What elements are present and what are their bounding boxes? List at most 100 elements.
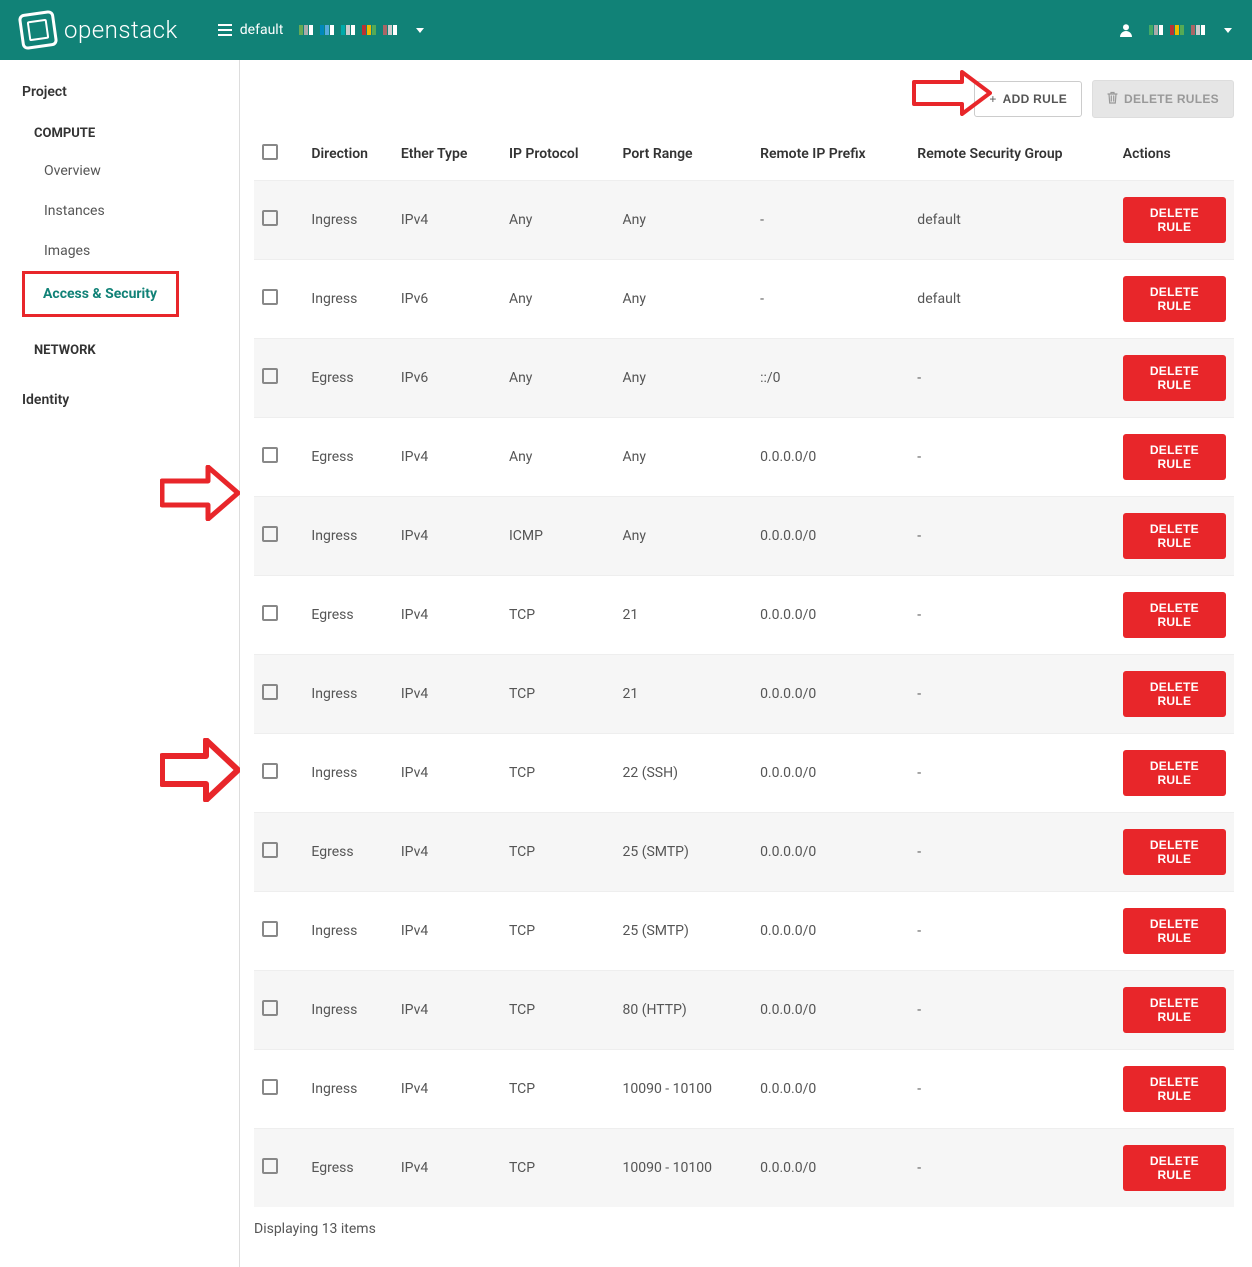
col-ether-type[interactable]: Ether Type bbox=[393, 134, 501, 181]
cell-port: 25 (SMTP) bbox=[614, 892, 752, 971]
delete-rule-button[interactable]: Delete Rule bbox=[1123, 592, 1226, 638]
row-checkbox[interactable] bbox=[262, 684, 278, 700]
delete-rules-label: Delete Rules bbox=[1124, 92, 1219, 106]
row-checkbox[interactable] bbox=[262, 763, 278, 779]
table-row: IngressIPv4TCP80 (HTTP)0.0.0.0/0-Delete … bbox=[254, 971, 1234, 1050]
cell-rsg: - bbox=[909, 497, 1115, 576]
delete-rule-button[interactable]: Delete Rule bbox=[1123, 197, 1226, 243]
project-switcher[interactable]: default bbox=[218, 22, 425, 38]
cell-port: 10090 - 10100 bbox=[614, 1050, 752, 1129]
sidebar-item-access-security[interactable]: Access & Security bbox=[22, 271, 179, 317]
table-row: EgressIPv4TCP210.0.0.0/0-Delete Rule bbox=[254, 576, 1234, 655]
cell-port: 21 bbox=[614, 576, 752, 655]
row-checkbox[interactable] bbox=[262, 1000, 278, 1016]
delete-rule-button[interactable]: Delete Rule bbox=[1123, 671, 1226, 717]
delete-rules-button[interactable]: Delete Rules bbox=[1092, 80, 1234, 118]
cell-rsg: - bbox=[909, 971, 1115, 1050]
cell-rsg: - bbox=[909, 813, 1115, 892]
delete-rule-button[interactable]: Delete Rule bbox=[1123, 1145, 1226, 1191]
table-row: EgressIPv4TCP10090 - 101000.0.0.0/0-Dele… bbox=[254, 1129, 1234, 1208]
cell-rsg: - bbox=[909, 576, 1115, 655]
delete-rule-button[interactable]: Delete Rule bbox=[1123, 987, 1226, 1033]
action-bar: + Add Rule Delete Rules bbox=[254, 80, 1234, 118]
table-row: EgressIPv4TCP25 (SMTP)0.0.0.0/0-Delete R… bbox=[254, 813, 1234, 892]
main-content: + Add Rule Delete Rules Direction Ether … bbox=[240, 60, 1252, 1267]
row-checkbox[interactable] bbox=[262, 1079, 278, 1095]
cell-proto: TCP bbox=[501, 813, 615, 892]
row-checkbox[interactable] bbox=[262, 1158, 278, 1174]
cell-direction: Egress bbox=[303, 576, 392, 655]
cell-proto: TCP bbox=[501, 1050, 615, 1129]
row-checkbox[interactable] bbox=[262, 842, 278, 858]
table-row: IngressIPv4TCP22 (SSH)0.0.0.0/0-Delete R… bbox=[254, 734, 1234, 813]
cell-rip: 0.0.0.0/0 bbox=[752, 971, 909, 1050]
table-footer-count: Displaying 13 items bbox=[254, 1221, 1234, 1237]
sidebar-section-network[interactable]: NETWORK bbox=[34, 343, 239, 358]
delete-rule-button[interactable]: Delete Rule bbox=[1123, 829, 1226, 875]
cell-rsg: - bbox=[909, 1129, 1115, 1208]
delete-rule-button[interactable]: Delete Rule bbox=[1123, 276, 1226, 322]
delete-rule-button[interactable]: Delete Rule bbox=[1123, 355, 1226, 401]
sidebar-item-overview[interactable]: Overview bbox=[22, 151, 239, 191]
delete-rule-button[interactable]: Delete Rule bbox=[1123, 908, 1226, 954]
cell-rsg: - bbox=[909, 892, 1115, 971]
sidebar-item-instances[interactable]: Instances bbox=[22, 191, 239, 231]
cell-rip: 0.0.0.0/0 bbox=[752, 655, 909, 734]
layout: Project COMPUTE Overview Instances Image… bbox=[0, 60, 1252, 1267]
add-rule-button[interactable]: + Add Rule bbox=[974, 81, 1082, 117]
cell-ether: IPv4 bbox=[393, 971, 501, 1050]
cell-port: Any bbox=[614, 181, 752, 260]
col-direction[interactable]: Direction bbox=[303, 134, 392, 181]
row-checkbox[interactable] bbox=[262, 921, 278, 937]
col-remote-ip-prefix[interactable]: Remote IP Prefix bbox=[752, 134, 909, 181]
hamburger-icon bbox=[218, 24, 232, 36]
row-checkbox[interactable] bbox=[262, 210, 278, 226]
decorative-mosaic-icons bbox=[1149, 25, 1206, 35]
cell-direction: Ingress bbox=[303, 1050, 392, 1129]
cell-direction: Ingress bbox=[303, 734, 392, 813]
sidebar-section-project[interactable]: Project bbox=[22, 84, 239, 100]
sidebar-section-identity[interactable]: Identity bbox=[22, 392, 239, 408]
select-all-checkbox[interactable] bbox=[262, 144, 278, 160]
cell-ether: IPv4 bbox=[393, 497, 501, 576]
cell-ether: IPv4 bbox=[393, 181, 501, 260]
row-checkbox[interactable] bbox=[262, 526, 278, 542]
row-checkbox[interactable] bbox=[262, 605, 278, 621]
cell-ether: IPv4 bbox=[393, 813, 501, 892]
brand-logo[interactable]: openstack bbox=[20, 12, 178, 48]
user-menu[interactable] bbox=[1119, 23, 1232, 37]
trash-icon bbox=[1107, 91, 1118, 107]
cell-rsg: - bbox=[909, 418, 1115, 497]
cell-ether: IPv6 bbox=[393, 260, 501, 339]
cell-ether: IPv4 bbox=[393, 892, 501, 971]
cell-rip: 0.0.0.0/0 bbox=[752, 497, 909, 576]
delete-rule-button[interactable]: Delete Rule bbox=[1123, 513, 1226, 559]
sidebar-item-images[interactable]: Images bbox=[22, 231, 239, 271]
row-checkbox[interactable] bbox=[262, 289, 278, 305]
cell-rip: 0.0.0.0/0 bbox=[752, 813, 909, 892]
col-ip-protocol[interactable]: IP Protocol bbox=[501, 134, 615, 181]
cell-ether: IPv4 bbox=[393, 576, 501, 655]
row-checkbox[interactable] bbox=[262, 368, 278, 384]
sidebar-section-compute[interactable]: COMPUTE bbox=[34, 126, 239, 141]
table-row: IngressIPv4ICMPAny0.0.0.0/0-Delete Rule bbox=[254, 497, 1234, 576]
cell-proto: Any bbox=[501, 418, 615, 497]
cell-port: 25 (SMTP) bbox=[614, 813, 752, 892]
delete-rule-button[interactable]: Delete Rule bbox=[1123, 750, 1226, 796]
col-port-range[interactable]: Port Range bbox=[614, 134, 752, 181]
cell-rip: 0.0.0.0/0 bbox=[752, 1050, 909, 1129]
cell-direction: Ingress bbox=[303, 497, 392, 576]
sidebar: Project COMPUTE Overview Instances Image… bbox=[0, 60, 240, 1267]
cell-ether: IPv4 bbox=[393, 734, 501, 813]
row-checkbox[interactable] bbox=[262, 447, 278, 463]
col-remote-security-group[interactable]: Remote Security Group bbox=[909, 134, 1115, 181]
rules-table: Direction Ether Type IP Protocol Port Ra… bbox=[254, 134, 1234, 1207]
brand-name: openstack bbox=[64, 16, 178, 44]
cell-direction: Ingress bbox=[303, 892, 392, 971]
cell-direction: Ingress bbox=[303, 260, 392, 339]
delete-rule-button[interactable]: Delete Rule bbox=[1123, 434, 1226, 480]
cell-rsg: default bbox=[909, 181, 1115, 260]
delete-rule-button[interactable]: Delete Rule bbox=[1123, 1066, 1226, 1112]
cell-rip: 0.0.0.0/0 bbox=[752, 576, 909, 655]
cell-rsg: - bbox=[909, 734, 1115, 813]
